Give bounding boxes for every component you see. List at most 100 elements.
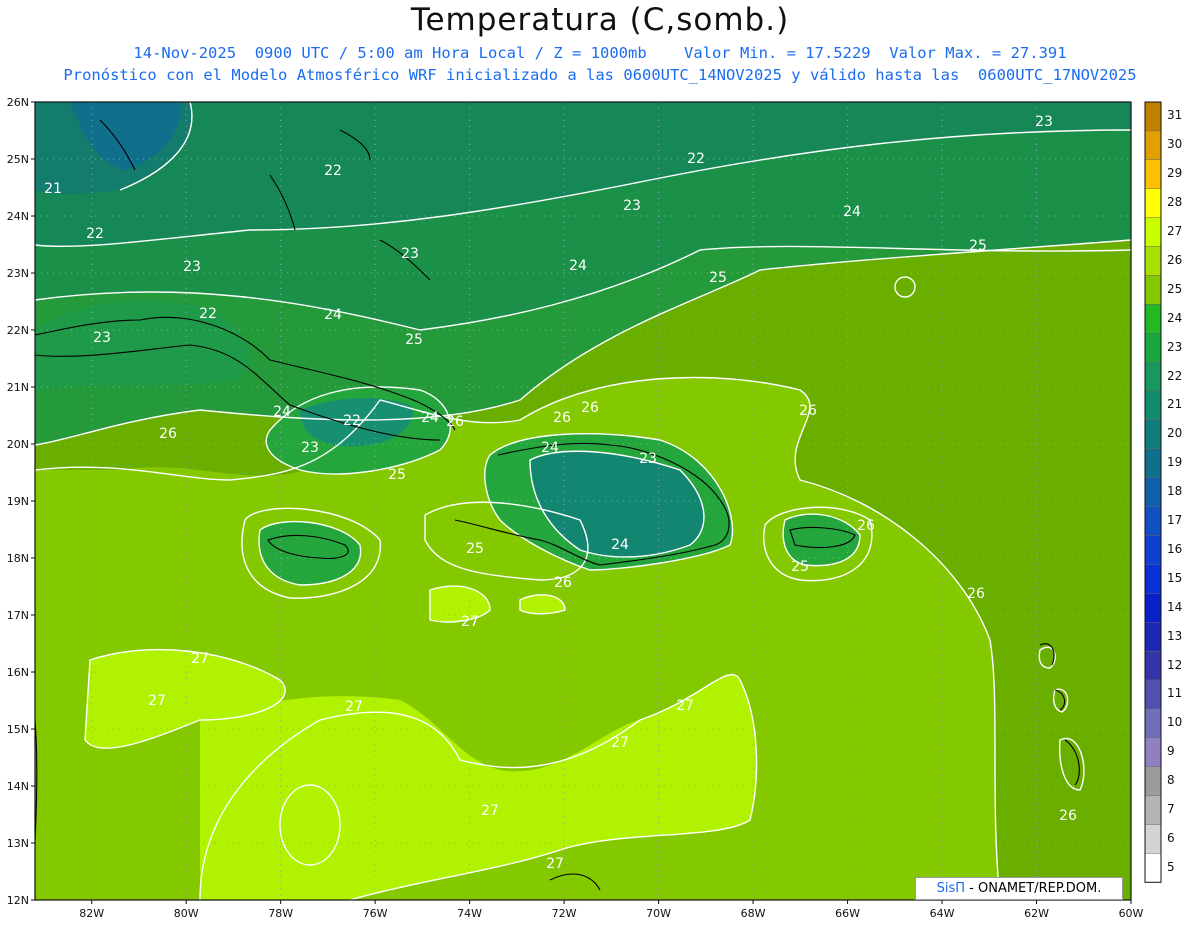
legend-value: 23: [1167, 339, 1183, 354]
contour-label: 23: [401, 246, 419, 262]
lat-label: 25N: [7, 153, 29, 166]
legend-swatch: [1144, 188, 1162, 218]
contour-label: 24: [541, 440, 559, 456]
legend-value: 21: [1167, 397, 1183, 412]
legend-swatch: [1144, 795, 1162, 825]
lon-label: 74W: [457, 907, 482, 920]
legend-value: 27: [1167, 224, 1183, 239]
legend-value: 6: [1167, 830, 1175, 845]
contour-label: 26: [1059, 808, 1077, 824]
contour-label: 24: [569, 258, 587, 274]
legend-value: 9: [1167, 744, 1175, 759]
contour-label: 22: [687, 151, 705, 167]
legend-swatch: [1144, 101, 1162, 132]
legend-value: 14: [1167, 599, 1183, 614]
lon-label: 72W: [552, 907, 577, 920]
legend-swatch: [1144, 130, 1162, 160]
contour-label: 22: [86, 226, 104, 242]
legend-swatch: [1144, 708, 1162, 739]
contour-label: 23: [623, 198, 641, 214]
lon-label: 62W: [1024, 907, 1049, 920]
contour-label: 26: [581, 400, 599, 416]
legend-value: 7: [1167, 802, 1175, 817]
lon-label: 66W: [835, 907, 860, 920]
legend-swatch: [1144, 217, 1162, 247]
legend-swatch: [1144, 650, 1162, 681]
legend-swatch: [1144, 853, 1162, 883]
contour-label: 22: [343, 413, 361, 429]
legend-swatch: [1144, 824, 1162, 854]
temperature-field: [35, 102, 1131, 900]
contour-label: 26: [446, 414, 464, 430]
legend-swatch: [1144, 622, 1162, 652]
lon-label: 68W: [741, 907, 766, 920]
lat-label: 23N: [7, 267, 29, 280]
credit-text: - ONAMET/REP.DOM.: [965, 881, 1102, 896]
lon-label: 60W: [1119, 907, 1144, 920]
contour-label: 27: [546, 856, 564, 872]
contour-label: 25: [388, 467, 406, 483]
legend-value: 12: [1167, 657, 1183, 672]
contour-label: 24: [324, 307, 342, 323]
sispi-logo-text: SisΠ: [936, 881, 966, 896]
contour-label: 27: [611, 735, 629, 751]
contour-label: 26: [553, 410, 571, 426]
lon-label: 80W: [174, 907, 199, 920]
legend-swatch: [1144, 477, 1162, 507]
lat-label: 15N: [7, 723, 29, 736]
legend-swatch: [1144, 390, 1162, 421]
lat-label: 14N: [7, 780, 29, 793]
contour-label: 27: [461, 614, 479, 630]
credit-box: SisΠ - ONAMET/REP.DOM.: [915, 877, 1123, 900]
legend-swatch: [1144, 506, 1162, 536]
legend-value: 19: [1167, 455, 1183, 470]
lon-axis-labels: 82W 80W 78W 76W 74W 72W 70W 68W 66W 64W 62W 60W: [79, 907, 1143, 920]
legend-colorbar: [1144, 101, 1162, 883]
contour-label: 27: [676, 698, 694, 714]
contour-label: 24: [843, 204, 861, 220]
lat-label: 22N: [7, 324, 29, 337]
map-subtitle-2: Pronóstico con el Modelo Atmosférico WRF…: [63, 66, 1137, 84]
contour-label: 27: [191, 651, 209, 667]
map-subtitle-1: 14-Nov-2025 0900 UTC / 5:00 am Hora Loca…: [133, 44, 1067, 62]
legend-value: 10: [1167, 715, 1183, 730]
legend-swatch: [1144, 448, 1162, 478]
lat-label: 13N: [7, 837, 29, 850]
legend-value: 5: [1167, 859, 1175, 874]
contour-label: 25: [405, 332, 423, 348]
lon-label: 76W: [363, 907, 388, 920]
contour-label: 23: [639, 451, 657, 467]
lat-label: 20N: [7, 438, 29, 451]
contour-label: 26: [799, 403, 817, 419]
legend-swatch: [1144, 419, 1162, 449]
contour-label: 25: [709, 270, 727, 286]
legend-swatch: [1144, 564, 1162, 594]
legend-value: 11: [1167, 686, 1183, 701]
contour-label: 26: [159, 426, 177, 442]
contour-label: 24: [273, 404, 291, 420]
lat-label: 26N: [7, 96, 29, 109]
legend-value: 28: [1167, 195, 1183, 210]
contour-label: 25: [791, 559, 809, 575]
legend-value: 25: [1167, 281, 1183, 296]
lat-label: 17N: [7, 609, 29, 622]
legend-value: 31: [1167, 108, 1183, 123]
legend-value: 15: [1167, 570, 1183, 585]
contour-label: 23: [1035, 114, 1053, 130]
contour-label: 26: [967, 586, 985, 602]
contour-label: 27: [148, 693, 166, 709]
map-figure: 26N 25N 24N 23N 22N 21N 20N 19N 18N 17N 16N 15N 14N 1…: [7, 96, 1162, 920]
contour-label: 25: [969, 238, 987, 254]
lat-label: 21N: [7, 381, 29, 394]
legend-swatch: [1144, 593, 1162, 623]
lat-label: 16N: [7, 666, 29, 679]
lat-label: 18N: [7, 552, 29, 565]
legend-value: 8: [1167, 773, 1175, 788]
legend-value: 26: [1167, 252, 1183, 267]
lat-label: 12N: [7, 894, 29, 907]
lon-label: 82W: [79, 907, 104, 920]
legend-value: 17: [1167, 513, 1183, 528]
lat-axis-labels: 26N 25N 24N 23N 22N 21N 20N 19N 18N 17N 16N 15N 14N 1…: [7, 96, 29, 907]
lat-label: 24N: [7, 210, 29, 223]
map-title: Temperatura (C,somb.): [410, 2, 790, 38]
